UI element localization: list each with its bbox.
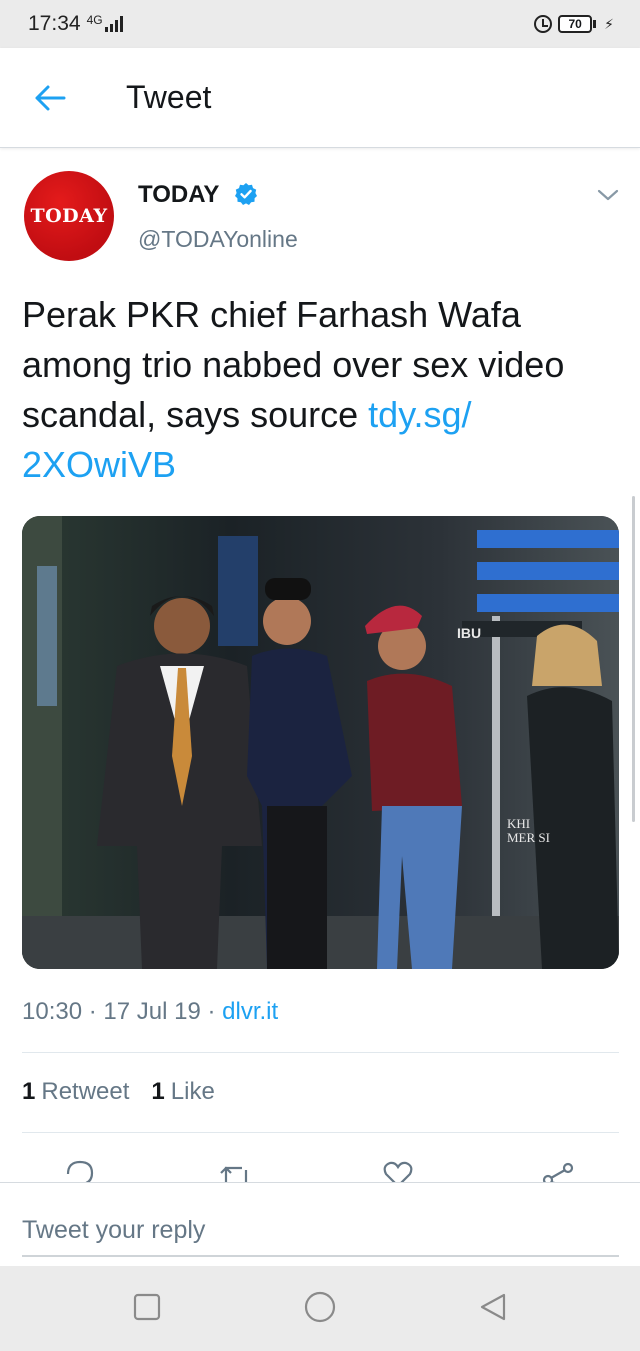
like-stat[interactable]: 1 Like xyxy=(151,1078,214,1106)
avatar-logo-text: TODAY xyxy=(30,205,108,227)
svg-text:KHI: KHI xyxy=(507,816,530,831)
svg-text:IBU: IBU xyxy=(457,625,481,641)
meta-separator: · xyxy=(207,998,216,1025)
network-type: 4G xyxy=(86,13,103,27)
scrollbar[interactable] xyxy=(632,496,635,822)
tweet-photo[interactable]: IBU KHI MER SI xyxy=(22,516,619,969)
svg-text:MER SI: MER SI xyxy=(507,830,550,845)
back-button[interactable] xyxy=(22,70,78,126)
retweet-icon[interactable] xyxy=(218,1156,254,1182)
app-header: Tweet xyxy=(0,48,640,148)
photo-illustration: IBU KHI MER SI xyxy=(22,516,619,969)
battery-level: 70 xyxy=(558,15,593,33)
reply-bar xyxy=(0,1182,640,1266)
status-right: 70 ⚡ xyxy=(534,15,614,33)
tweet-source-link[interactable]: dlvr.it xyxy=(222,998,278,1025)
like-icon[interactable] xyxy=(380,1156,416,1182)
retweet-count: 1 xyxy=(22,1078,36,1105)
signal-icon xyxy=(104,16,123,32)
reply-icon[interactable] xyxy=(62,1156,98,1182)
like-label: Like xyxy=(170,1078,215,1105)
like-count: 1 xyxy=(151,1078,165,1105)
share-icon[interactable] xyxy=(540,1156,576,1182)
meta-separator: · xyxy=(88,998,97,1025)
battery-icon: 70 xyxy=(558,15,597,33)
divider xyxy=(22,1052,619,1053)
tweet-actions xyxy=(0,1150,640,1182)
verified-badge-icon xyxy=(235,183,257,205)
avatar[interactable]: TODAY xyxy=(24,171,114,261)
alarm-icon xyxy=(534,15,553,33)
tweet-date: 17 Jul 19 xyxy=(103,998,201,1025)
clock: 17:34 xyxy=(28,12,81,35)
divider xyxy=(22,1132,619,1133)
arrow-left-icon xyxy=(35,85,66,110)
status-left: 17:34 4G xyxy=(28,12,123,36)
tweet-timestamp: 10:30 · 17 Jul 19 · dlvr.it xyxy=(22,998,278,1026)
author-name[interactable]: TODAY xyxy=(138,181,219,209)
retweet-stat[interactable]: 1 Retweet xyxy=(22,1078,129,1106)
chevron-down-icon[interactable] xyxy=(596,186,620,204)
page-title: Tweet xyxy=(126,79,212,115)
retweet-label: Retweet xyxy=(41,1078,130,1105)
tweet-stats: 1 Retweet 1 Like xyxy=(22,1078,215,1106)
home-icon[interactable] xyxy=(303,1290,337,1324)
status-bar: 17:34 4G 70 ⚡ xyxy=(0,0,640,48)
recents-icon[interactable] xyxy=(132,1292,162,1322)
charging-icon: ⚡ xyxy=(604,15,614,32)
tweet-body: Perak PKR chief Farhash Wafa among trio … xyxy=(22,294,565,435)
system-nav-bar xyxy=(0,1266,640,1351)
back-icon[interactable] xyxy=(478,1292,508,1322)
tweet-time: 10:30 xyxy=(22,998,83,1025)
tweet-text: Perak PKR chief Farhash Wafa among trio … xyxy=(22,290,622,490)
reply-input[interactable] xyxy=(22,1205,619,1257)
author-handle[interactable]: @TODAYonline xyxy=(138,226,298,253)
